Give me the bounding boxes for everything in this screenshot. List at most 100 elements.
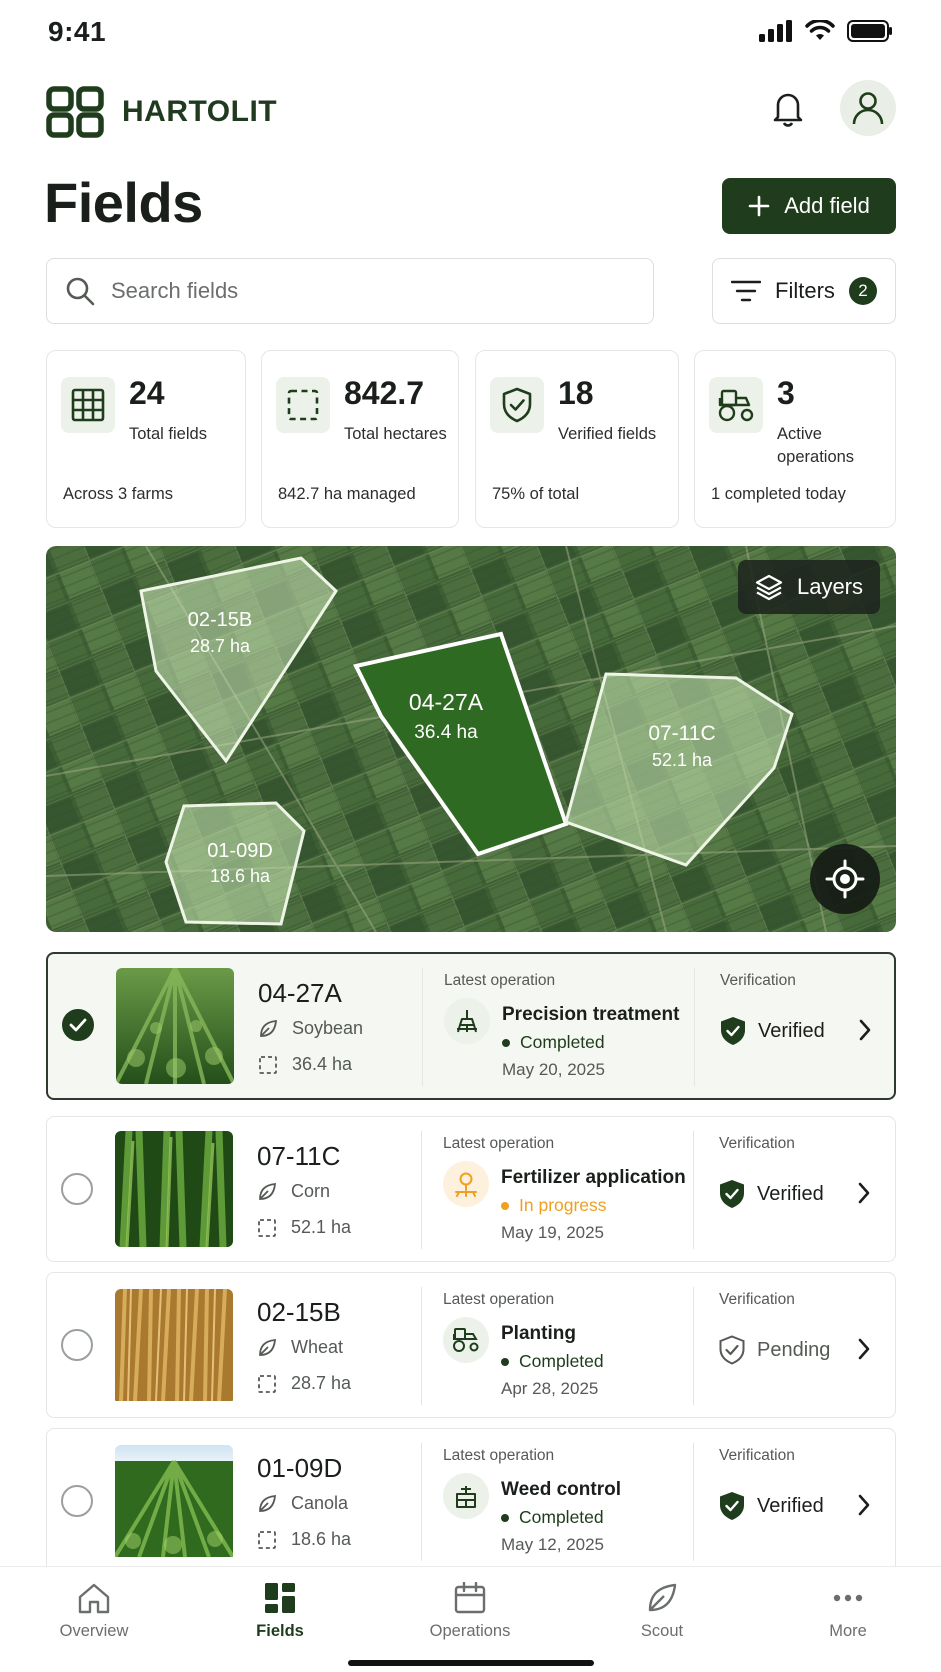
area-value: 18.6 ha: [291, 1529, 352, 1549]
area-value: 36.4 ha: [292, 1054, 353, 1074]
leaf-icon: [259, 1182, 277, 1200]
layers-label: Layers: [796, 574, 864, 599]
search-box[interactable]: [46, 258, 654, 324]
field-row[interactable]: 01-09D Canola 18.6 ha Latest operation W…: [46, 1428, 896, 1574]
divider: [694, 968, 695, 1086]
status-icons: [759, 20, 893, 42]
notifications-button[interactable]: [766, 86, 810, 130]
tab-scout[interactable]: Scout: [602, 1582, 722, 1641]
stat-sub: 1 completed today: [711, 485, 846, 503]
map-label-id: 04-27A: [409, 689, 484, 715]
profile-avatar[interactable]: [840, 80, 896, 136]
tab-more[interactable]: More: [788, 1582, 908, 1641]
operation-status: Completed: [502, 1032, 605, 1053]
operation-status: In progress: [501, 1195, 607, 1216]
chevron-right-icon[interactable]: [857, 1493, 871, 1517]
stat-value: 24: [129, 375, 165, 411]
tractor-icon: [709, 377, 763, 433]
row-checkbox[interactable]: [62, 1009, 94, 1041]
area-icon: [258, 1218, 276, 1237]
status-dot: [501, 1513, 509, 1522]
chevron-right-icon[interactable]: [857, 1337, 871, 1361]
add-field-button[interactable]: Add field: [722, 178, 896, 234]
crosshair-icon: [825, 859, 865, 899]
operation-date: May 19, 2025: [501, 1223, 605, 1242]
tab-label: Fields: [256, 1622, 304, 1640]
field-id: 04-27A: [258, 978, 342, 1008]
stat-label: Active operations: [777, 425, 855, 466]
leaf-icon: [259, 1338, 277, 1356]
add-field-label: Add field: [784, 193, 870, 218]
row-checkbox[interactable]: [61, 1173, 93, 1205]
status-time: 9:41: [48, 16, 107, 47]
field-boundary-01-09D[interactable]: [164, 801, 306, 926]
app-logo[interactable]: HARTOLIT: [46, 86, 277, 138]
field-row[interactable]: 02-15B Wheat 28.7 ha Latest operation Pl…: [46, 1272, 896, 1418]
filters-label: Filters: [775, 278, 835, 303]
field-row[interactable]: 07-11C Corn 52.1 ha Latest operation Fer…: [46, 1116, 896, 1262]
battery-icon: [847, 20, 892, 42]
verification-status: Verified: [719, 1179, 824, 1209]
operation-name: Planting: [501, 1323, 576, 1344]
field-id: 07-11C: [257, 1141, 341, 1171]
latest-operation-label: Latest operation: [443, 1447, 555, 1464]
fields-map[interactable]: 02-15B 28.7 ha 04-27A 36.4 ha 07-11C 52.…: [46, 546, 896, 932]
field-id: 02-15B: [257, 1297, 341, 1327]
divider: [421, 1443, 422, 1561]
field-crop: Soybean: [258, 1018, 363, 1039]
sprayer-icon: [444, 998, 490, 1044]
verification-status: Pending: [719, 1335, 830, 1365]
field-area: 18.6 ha: [257, 1529, 351, 1550]
check-icon: [69, 1018, 87, 1032]
stat-label: Total fields: [129, 425, 207, 443]
field-crop: Canola: [257, 1493, 348, 1514]
map-label-id: 07-11C: [648, 722, 715, 745]
field-area: 52.1 ha: [257, 1217, 351, 1238]
status-dot: [502, 1038, 510, 1047]
field-thumbnail: [115, 1445, 233, 1561]
stat-value: 842.7: [344, 375, 425, 411]
field-row[interactable]: 04-27A Soybean 36.4 ha Latest operation …: [46, 952, 896, 1100]
brand-name: HARTOLIT: [122, 95, 278, 128]
operation-date: Apr 28, 2025: [501, 1379, 599, 1398]
stat-card-active-operations[interactable]: 3 Active operations 1 completed today: [694, 350, 896, 528]
row-checkbox[interactable]: [61, 1329, 93, 1361]
locate-button[interactable]: [810, 844, 880, 914]
status-text: Completed: [520, 1032, 605, 1052]
field-crop: Corn: [257, 1181, 330, 1202]
latest-operation-label: Latest operation: [443, 1135, 555, 1152]
row-checkbox[interactable]: [61, 1485, 93, 1517]
status-dot: [501, 1201, 509, 1210]
wifi-icon: [805, 20, 835, 40]
search-input[interactable]: [111, 278, 591, 304]
operation-date: May 20, 2025: [502, 1060, 606, 1079]
stat-card-verified-fields[interactable]: 18 Verified fields 75% of total: [475, 350, 679, 528]
filters-count-badge: 2: [848, 277, 877, 305]
bell-icon: [773, 93, 803, 127]
layers-icon: [755, 574, 783, 601]
crop-name: Soybean: [292, 1018, 364, 1038]
area-icon: [258, 1530, 276, 1549]
tab-operations[interactable]: Operations: [410, 1582, 530, 1641]
stat-card-total-hectares[interactable]: 842.7 Total hectares 842.7 ha managed: [261, 350, 459, 528]
filters-button[interactable]: Filters 2: [712, 258, 896, 324]
stat-card-total-fields[interactable]: 24 Total fields Across 3 farms: [46, 350, 246, 528]
tab-fields[interactable]: Fields: [220, 1582, 340, 1641]
leaf-icon: [259, 1494, 277, 1512]
field-thumbnail: [115, 1131, 233, 1247]
chevron-right-icon[interactable]: [857, 1181, 871, 1205]
map-label-area: 36.4 ha: [414, 722, 478, 743]
shield-check-icon: [490, 377, 544, 433]
shield-check-icon: [720, 1180, 744, 1208]
tab-label: Overview: [59, 1622, 129, 1640]
shield-check-icon: [720, 1492, 744, 1520]
area-icon: [259, 1055, 277, 1074]
divider: [693, 1287, 694, 1405]
status-text: In progress: [519, 1195, 607, 1215]
area-value: 28.7 ha: [291, 1373, 352, 1393]
tab-overview[interactable]: Overview: [34, 1582, 154, 1641]
calendar-icon: [454, 1582, 486, 1614]
layers-button[interactable]: Layers: [738, 560, 880, 614]
verification-text: Verified: [757, 1494, 824, 1517]
chevron-right-icon[interactable]: [858, 1018, 872, 1042]
